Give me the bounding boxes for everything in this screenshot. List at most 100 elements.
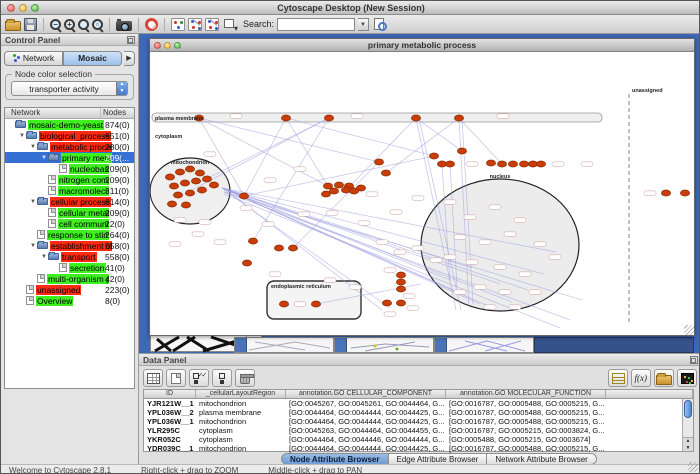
tree-row-response-to-stimul[interactable]: response to stimul264(0) (5, 229, 134, 240)
graph-node[interactable] (396, 300, 405, 306)
app-resize-grip[interactable] (688, 462, 698, 472)
table-button[interactable] (143, 369, 163, 387)
table-row[interactable]: YPL036W__2plasma membrane[GO:0044464, GO… (144, 408, 693, 417)
network-canvas[interactable]: plasma membranecytoplasmmitochondrionnuc… (150, 52, 694, 335)
notes-button[interactable] (608, 369, 628, 387)
graph-node[interactable] (191, 178, 200, 184)
tree-row-cell-communicat[interactable]: cell communicat22(0) (5, 218, 134, 229)
vizmapper-icon[interactable] (171, 18, 185, 31)
scrollbar-arrows[interactable]: ▲▼ (683, 437, 693, 451)
graph-node[interactable] (274, 245, 283, 251)
graph-node[interactable] (202, 176, 211, 182)
background-window[interactable] (534, 337, 694, 353)
graph-node[interactable] (497, 161, 506, 167)
graph-node[interactable] (680, 190, 689, 196)
graph-node[interactable] (242, 260, 251, 266)
zoom-out-icon[interactable]: − (50, 19, 61, 30)
float-panel-icon[interactable] (690, 356, 698, 364)
search-options-icon[interactable] (372, 17, 388, 31)
help-ring-icon[interactable] (145, 18, 158, 31)
graph-node[interactable] (396, 279, 405, 285)
open-folder-icon[interactable] (5, 21, 21, 31)
table-scrollbar[interactable]: ▲▼ (682, 399, 693, 451)
tree-row-nucleobase-[interactable]: nucleobase-209(0) (5, 163, 134, 174)
graph-node[interactable] (661, 190, 670, 196)
graph-node[interactable] (175, 169, 184, 175)
zoom-selected-icon[interactable] (78, 19, 89, 30)
filter-icon[interactable] (222, 17, 238, 31)
graph-node[interactable] (508, 161, 517, 167)
import-button[interactable] (654, 369, 674, 387)
graph-node[interactable] (185, 190, 194, 196)
tab-mosaic[interactable]: Mosaic (63, 51, 122, 66)
tree-row-macromolecule[interactable]: macromolecule311(0) (5, 185, 134, 196)
tree-expand-arrow[interactable]: ▼ (18, 133, 26, 139)
window-resize-grip[interactable] (684, 325, 694, 335)
graph-node[interactable] (396, 272, 405, 278)
tree-row-unassigned[interactable]: unassigned223(0) (5, 284, 134, 295)
graph-node[interactable] (457, 148, 466, 154)
tree-row-mosaic-demo-yeast[interactable]: mosaic-demo-yeast874(0) (5, 119, 134, 130)
table-row[interactable]: YKR052Ccytoplasm[GO:0044464, GO:0044446,… (144, 435, 693, 444)
column-header-3[interactable]: annotation.GO MOLECULAR_FUNCTION (446, 390, 606, 398)
graph-node[interactable] (195, 170, 204, 176)
graph-node[interactable] (209, 182, 218, 188)
select-columns-button[interactable] (189, 369, 209, 387)
tree-row-secretion[interactable]: secretion41(0) (5, 262, 134, 273)
tree-expand-arrow[interactable]: ▼ (29, 243, 37, 249)
graph-node[interactable] (197, 187, 206, 193)
tab-network[interactable]: Network (4, 51, 63, 66)
background-window[interactable] (434, 337, 534, 353)
zoom-in-icon[interactable]: + (64, 19, 75, 30)
table-row[interactable]: YJR121W__1mitochondrion[GO:0045267, GO:0… (144, 399, 693, 408)
tree-expand-arrow[interactable]: ▼ (29, 199, 37, 205)
row-height-button[interactable] (212, 369, 232, 387)
graph-node[interactable] (169, 183, 178, 189)
scrollbar-thumb[interactable] (684, 400, 692, 418)
graph-node[interactable] (185, 166, 194, 172)
tree-column-nodes[interactable]: Nodes (101, 108, 134, 118)
network-graph[interactable]: plasma membranecytoplasmmitochondrionnuc… (150, 52, 694, 335)
tree-expand-arrow[interactable]: ▼ (40, 155, 48, 161)
network-window-title-bar[interactable]: primary metabolic process (150, 39, 694, 52)
tree-row-establishment-of-lo[interactable]: ▼establishment of lo558(0) (5, 240, 134, 251)
tab-overflow-arrow[interactable]: ▶ (124, 51, 135, 66)
tree-row-multi-organism-pro[interactable]: multi-organism pro42(0) (5, 273, 134, 284)
search-dropdown-icon[interactable]: ▼ (358, 18, 369, 31)
graph-node[interactable] (321, 191, 330, 197)
tree-row-metabolic-process[interactable]: ▼metabolic process280(0) (5, 141, 134, 152)
graph-node[interactable] (324, 115, 333, 121)
graph-node[interactable] (239, 193, 248, 199)
graph-node[interactable] (374, 159, 383, 165)
zoom-fit-icon[interactable]: ▫ (92, 19, 103, 30)
node-color-dropdown[interactable]: transporter activity ▲▼ (11, 81, 128, 96)
graph-node[interactable] (411, 115, 420, 121)
graph-node[interactable] (536, 161, 545, 167)
delete-button[interactable] (235, 369, 255, 387)
function-button[interactable]: f(x) (631, 369, 651, 387)
create-view-icon[interactable] (188, 18, 202, 31)
graph-node[interactable] (445, 161, 454, 167)
background-window[interactable] (334, 337, 434, 353)
tree-row-cellular-metabol[interactable]: cellular metabol209(0) (5, 207, 134, 218)
table-row[interactable]: YLR295Ccytoplasm[GO:0045263, GO:0044464,… (144, 426, 693, 435)
graph-node[interactable] (349, 188, 358, 194)
table-row[interactable]: YPL036W__1mitochondrion[GO:0044464, GO:0… (144, 417, 693, 426)
tree-row-transport[interactable]: ▼transport558(0) (5, 251, 134, 262)
graph-node[interactable] (167, 201, 176, 207)
graph-node[interactable] (181, 202, 190, 208)
graph-node[interactable] (486, 160, 495, 166)
column-header-2[interactable]: annotation.GO CELLULAR_COMPONENT (286, 390, 446, 398)
table-row[interactable]: YDR039C__1mitochondrion[GO:0044464, GO:0… (144, 444, 693, 453)
graph-node[interactable] (396, 286, 405, 292)
tree-expand-arrow[interactable]: ▼ (29, 144, 37, 150)
graph-node[interactable] (180, 180, 189, 186)
search-input[interactable] (277, 18, 355, 31)
tree-row-overview[interactable]: Overview8(0) (5, 295, 134, 306)
tree-expand-arrow[interactable]: ▼ (40, 254, 48, 260)
graph-node[interactable] (279, 301, 288, 307)
graph-node[interactable] (311, 301, 320, 307)
app-title-bar[interactable]: Cytoscape Desktop (New Session) (1, 1, 700, 15)
background-window[interactable] (234, 337, 334, 353)
snapshot-icon[interactable] (116, 21, 132, 31)
